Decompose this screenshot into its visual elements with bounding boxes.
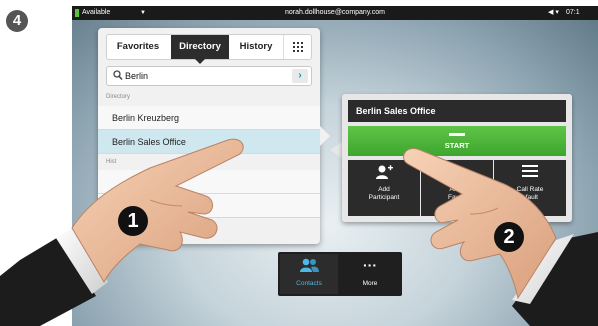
step-badge: 4	[6, 10, 28, 32]
list-item[interactable]: Berlin Kreuzberg	[98, 106, 320, 130]
list-item-selected[interactable]: Berlin Sales Office	[98, 130, 320, 154]
status-bar: Available ▼ norah.dollhouse@company.com …	[72, 6, 598, 20]
start-icon	[449, 133, 465, 136]
tutorial-image: 4 Available ▼ norah.dollhouse@company.co…	[0, 0, 598, 326]
call-rate-label-2: efault	[522, 194, 538, 201]
add-participant-button[interactable]: Add Participant	[348, 160, 420, 216]
detail-pointer	[330, 142, 342, 158]
user-address: norah.dollhouse@company.com	[285, 9, 385, 16]
history-item[interactable]	[98, 170, 320, 194]
panel-pointer	[320, 126, 330, 146]
volume-icon[interactable]: ◀ ▾	[548, 6, 559, 20]
add-favorite-icon: ★	[450, 164, 464, 181]
contact-detail-panel: Berlin Sales Office START Add Participant…	[342, 94, 572, 222]
add-favorite-label-2: Favori	[447, 194, 467, 201]
add-participant-label-1: Add	[378, 186, 390, 193]
contacts-icon	[280, 258, 338, 276]
contacts-button[interactable]: Contacts	[280, 254, 338, 294]
tab-history[interactable]: History	[231, 35, 281, 59]
grid-icon[interactable]	[283, 35, 311, 59]
start-label: START	[444, 141, 470, 150]
history-item-text: y	[158, 201, 163, 211]
call-rate-button[interactable]: Call Rate efault	[494, 160, 566, 216]
start-call-button[interactable]: START	[348, 126, 566, 156]
directory-section-label: Directory	[106, 94, 131, 100]
callout-1-badge: 1	[118, 206, 148, 236]
search-icon	[113, 70, 123, 82]
contacts-label: Contacts	[296, 280, 322, 287]
add-favorite-label-1: Add t	[449, 186, 465, 193]
callout-2-badge: 2	[494, 222, 524, 252]
clock: 07:1	[566, 9, 580, 16]
search-input[interactable]	[125, 67, 285, 85]
more-button[interactable]: ··· More	[340, 254, 400, 294]
call-rate-label-1: Call Rate	[516, 186, 544, 193]
more-icon: ···	[363, 257, 377, 273]
tab-directory[interactable]: Directory	[171, 35, 229, 64]
call-rate-icon	[494, 164, 566, 182]
more-label: More	[362, 280, 378, 287]
contact-title: Berlin Sales Office	[348, 100, 566, 122]
add-participant-label-2: Participant	[368, 194, 400, 201]
add-favorite-button[interactable]: ★ Add t Favori	[421, 160, 493, 216]
search-box: ›	[106, 66, 312, 86]
bottom-dock: Contacts ··· More	[278, 252, 402, 296]
history-section-label: Hist	[106, 159, 117, 165]
search-go-button[interactable]: ›	[292, 69, 308, 83]
contacts-tabs: Favorites Directory History	[106, 34, 312, 64]
add-participant-icon	[348, 164, 420, 185]
tab-favorites[interactable]: Favorites	[107, 35, 169, 59]
touch-screen: Available ▼ norah.dollhouse@company.com …	[72, 6, 598, 326]
